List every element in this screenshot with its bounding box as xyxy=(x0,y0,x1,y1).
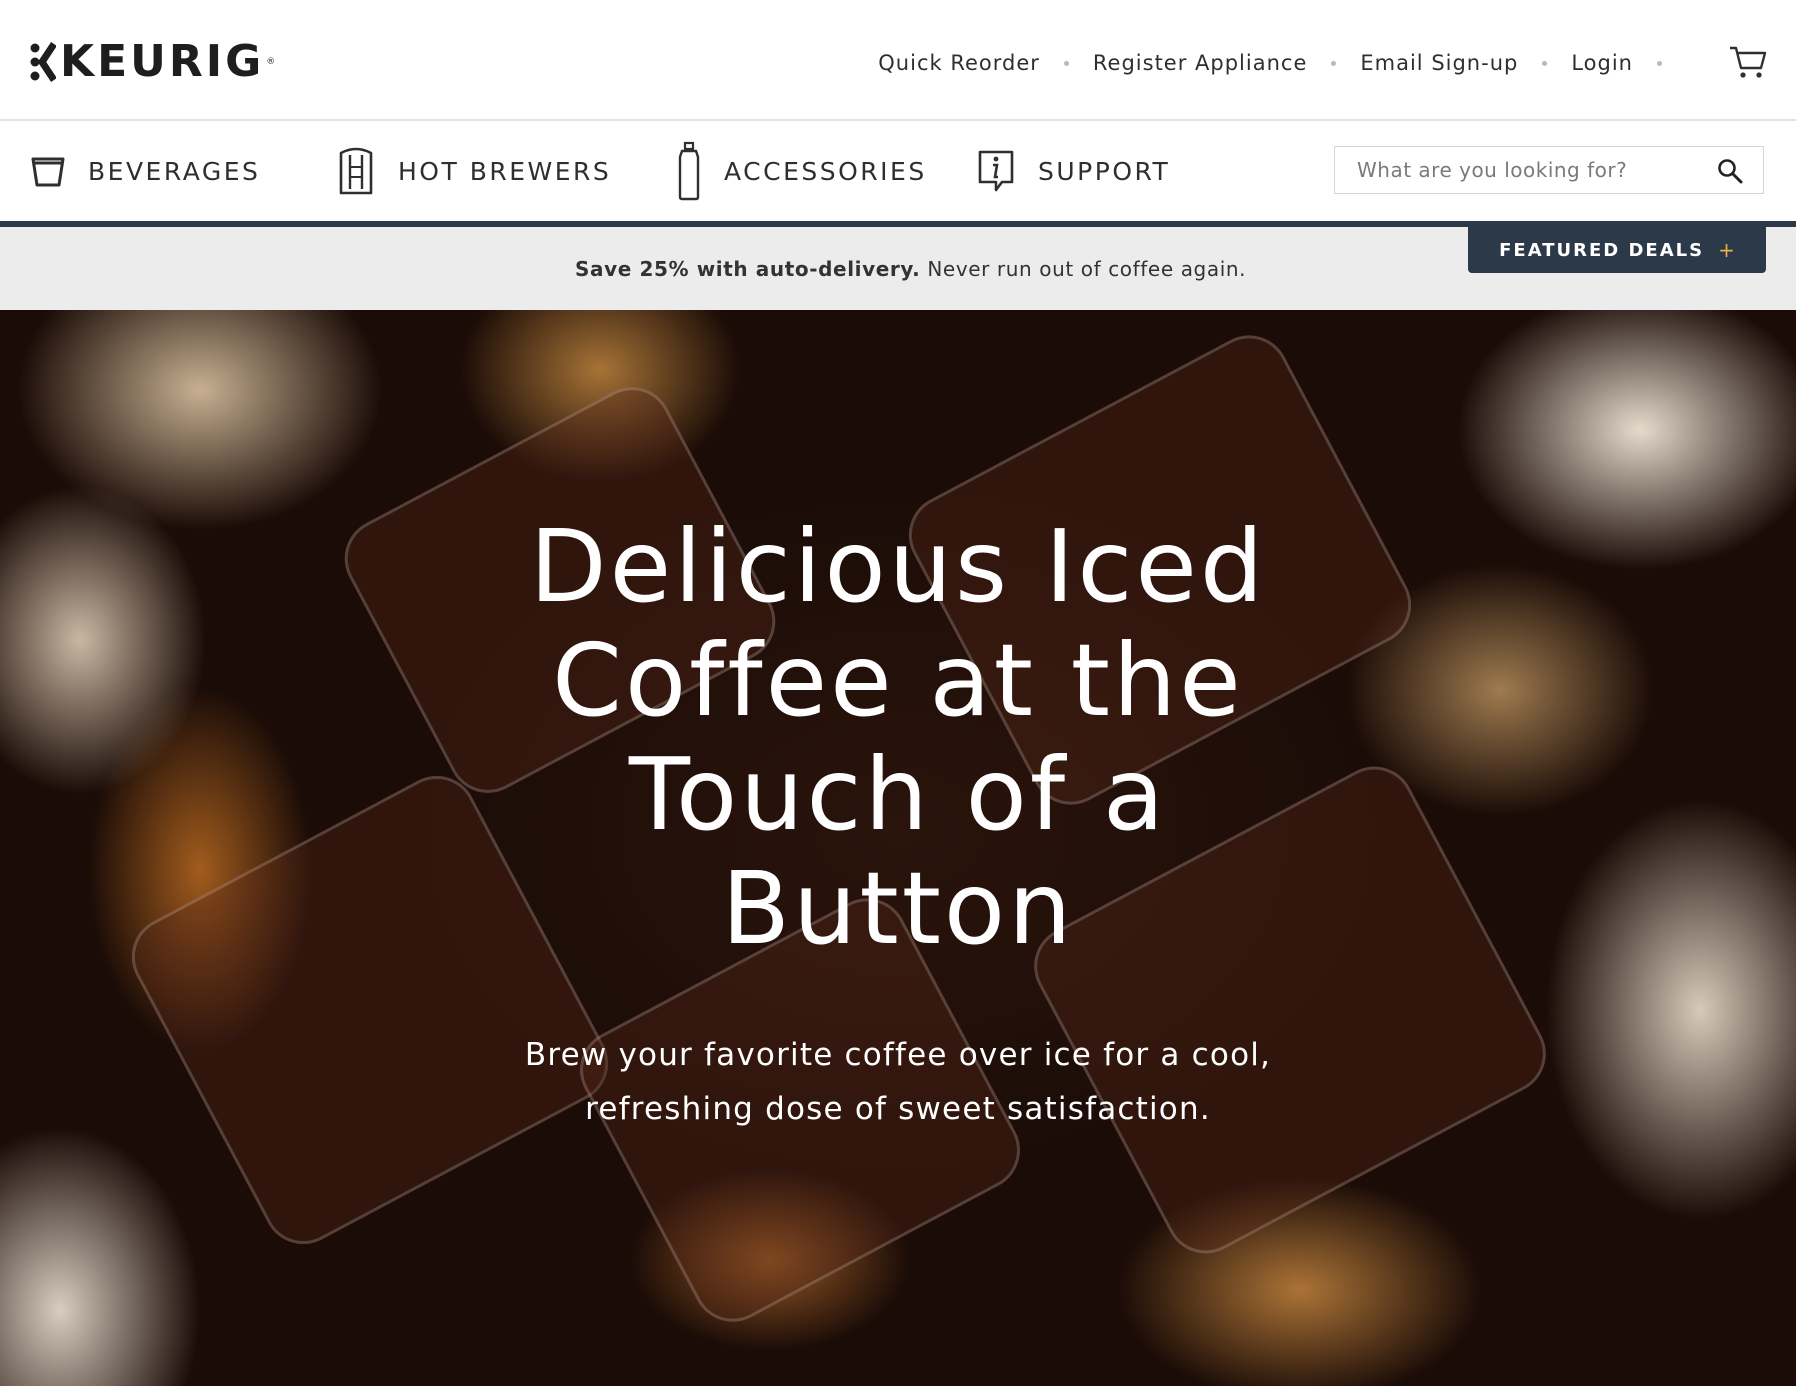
register-appliance-link[interactable]: Register Appliance xyxy=(1093,51,1307,75)
separator-dot xyxy=(1657,60,1662,66)
separator-dot xyxy=(1063,60,1069,66)
brewer-icon xyxy=(339,147,373,195)
quick-reorder-link[interactable]: Quick Reorder xyxy=(878,51,1040,75)
nav-label-support: SUPPORT xyxy=(1038,156,1171,186)
nav-label-accessories: ACCESSORIES xyxy=(724,156,927,186)
logo-mark-icon xyxy=(30,42,56,82)
nav-label-beverages: BEVERAGES xyxy=(88,156,261,186)
utility-links: Quick Reorder Register Appliance Email S… xyxy=(878,46,1686,80)
plus-icon: + xyxy=(1718,238,1735,262)
promo-highlight: Save 25% with auto-delivery. xyxy=(575,257,921,281)
hero-content: Delicious Iced Coffee at the Touch of a … xyxy=(0,510,1796,1136)
registered-mark: ® xyxy=(266,57,276,67)
hero-subtitle: Brew your favorite coffee over ice for a… xyxy=(524,1037,1272,1127)
email-signup-link[interactable]: Email Sign-up xyxy=(1360,51,1518,75)
hero-banner: Delicious Iced Coffee at the Touch of a … xyxy=(0,310,1796,1386)
main-navigation: BEVERAGES HOT BREWERS ACCESSORIES SUPPOR… xyxy=(0,121,1796,227)
login-link[interactable]: Login xyxy=(1571,51,1633,75)
nav-item-accessories[interactable]: ACCESSORIES xyxy=(676,121,927,221)
logo-wordmark: KEURIG xyxy=(60,36,265,87)
search-box xyxy=(1334,146,1764,194)
cup-icon xyxy=(31,157,65,187)
separator-dot xyxy=(1331,60,1337,66)
separator-dot xyxy=(1542,60,1548,66)
shopping-cart-icon[interactable] xyxy=(1728,44,1768,80)
bottle-icon xyxy=(678,141,700,201)
search-input[interactable] xyxy=(1335,148,1705,192)
promo-detail: Never run out of coffee again. xyxy=(920,257,1247,281)
nav-item-beverages[interactable]: BEVERAGES xyxy=(30,121,260,221)
nav-item-hot-brewers[interactable]: HOT BREWERS xyxy=(336,121,611,221)
info-bubble-icon xyxy=(978,150,1014,192)
utility-bar: KEURIG ® Quick Reorder Register Applianc… xyxy=(0,0,1796,121)
promo-message: Save 25% with auto-delivery. Never run o… xyxy=(575,257,1246,281)
search-icon[interactable] xyxy=(1717,158,1743,184)
nav-item-support[interactable]: SUPPORT xyxy=(976,121,1170,221)
promo-bar: Save 25% with auto-delivery. Never run o… xyxy=(0,227,1796,310)
nav-label-hot-brewers: HOT BREWERS xyxy=(398,156,612,186)
featured-deals-label: FEATURED DEALS xyxy=(1499,239,1705,261)
featured-deals-button[interactable]: FEATURED DEALS + xyxy=(1468,227,1766,273)
keurig-logo[interactable]: KEURIG ® xyxy=(30,36,276,87)
hero-title: Delicious Iced Coffee at the Touch of a … xyxy=(529,508,1267,967)
